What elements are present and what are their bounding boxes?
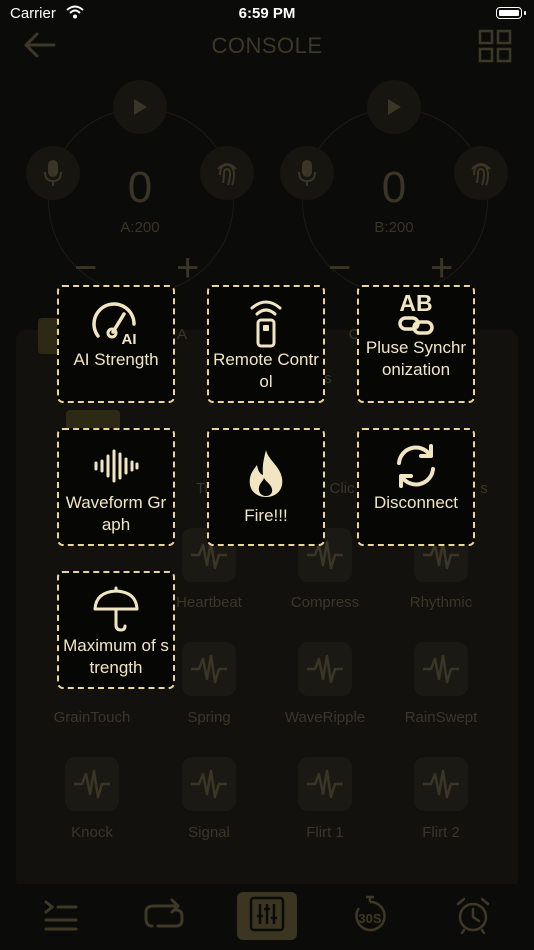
timer-30s-icon[interactable]: 30S: [353, 894, 387, 939]
flirt1-wave-tile[interactable]: [298, 757, 352, 811]
flirt2-wave-tile[interactable]: [414, 757, 468, 811]
remote-icon: [246, 297, 286, 349]
disconnect-label: Disconnect: [373, 493, 459, 512]
umbrella-icon: [92, 583, 140, 635]
flame-icon: [244, 447, 288, 499]
signal-wave-tile[interactable]: [182, 757, 236, 811]
channel-b-mic-button[interactable]: [280, 146, 334, 200]
max-strength-tile[interactable]: Maximum of strength: [57, 571, 175, 689]
rainswept-label: RainSwept: [404, 709, 478, 726]
waveform-icon: [93, 440, 139, 492]
gauge-ai-icon: AI: [91, 297, 141, 349]
grid-icon[interactable]: [478, 29, 512, 68]
knock-label: Knock: [71, 824, 113, 841]
list-icon[interactable]: [42, 898, 80, 937]
channel-a-limit: A:200: [120, 219, 160, 236]
clock-time: 6:59 PM: [238, 5, 296, 22]
waveripple-label: WaveRipple: [284, 709, 366, 726]
spring-wave-tile[interactable]: [182, 642, 236, 696]
ai-strength-label: AI Strength: [73, 350, 159, 369]
channel-b-limit: B:200: [374, 219, 414, 236]
rainswept-wave-tile[interactable]: [414, 642, 468, 696]
fire-tile[interactable]: Fire!!!: [207, 428, 325, 546]
fire-label: Fire!!!: [244, 506, 288, 525]
channel-b-fingerprint-button[interactable]: [454, 146, 508, 200]
waveripple-wave-tile[interactable]: [298, 642, 352, 696]
channel-a-fingerprint-button[interactable]: [200, 146, 254, 200]
channel-a-mic-button[interactable]: [26, 146, 80, 200]
spring-label: Spring: [187, 709, 231, 726]
loop-icon[interactable]: [144, 898, 184, 937]
status-bar: Carrier 6:59 PM: [0, 0, 534, 30]
svg-text:AI: AI: [122, 331, 137, 346]
max-strength-label: Maximum of strength: [63, 636, 169, 677]
waveform-graph-label: Waveform Graph: [65, 493, 167, 534]
alarm-clock-icon[interactable]: [455, 896, 491, 939]
remote-control-tile[interactable]: Remote Control: [207, 285, 325, 403]
ai-strength-tile[interactable]: AI AI Strength: [57, 285, 175, 403]
channel-b-play-button[interactable]: [367, 80, 421, 134]
compress-label: Compress: [290, 594, 360, 611]
channel-a-plus-button[interactable]: +: [176, 246, 199, 291]
ab-link-icon: AB: [394, 287, 438, 337]
knock-wave-tile[interactable]: [65, 757, 119, 811]
rhythmic-label: Rhythmic: [409, 594, 473, 611]
channel-b-value: 0: [381, 163, 407, 212]
graintouch-label: GrainTouch: [53, 709, 131, 726]
remote-control-label: Remote Control: [213, 350, 319, 391]
mixer-icon: [249, 896, 285, 937]
flirt1-label: Flirt 1: [306, 824, 344, 841]
disconnect-tile[interactable]: Disconnect: [357, 428, 475, 546]
refresh-icon: [393, 440, 439, 492]
svg-text:30S: 30S: [358, 911, 381, 926]
bottom-tab-bar: 30S: [0, 884, 534, 950]
channel-a-play-button[interactable]: [113, 80, 167, 134]
channel-a-value: 0: [127, 163, 153, 212]
battery-icon: [496, 7, 526, 19]
mixer-tab-active[interactable]: [237, 892, 297, 940]
page-title: CONSOLE: [211, 33, 323, 58]
channel-b-minus-button[interactable]: −: [328, 246, 351, 291]
waveform-graph-tile[interactable]: Waveform Graph: [57, 428, 175, 546]
signal-label: Signal: [188, 824, 230, 841]
flirt2-label: Flirt 2: [422, 824, 460, 841]
pulse-sync-label: Pluse Synchronization: [365, 338, 467, 379]
svg-text:AB: AB: [399, 290, 432, 316]
pulse-sync-tile[interactable]: AB Pluse Synchronization: [357, 285, 475, 403]
